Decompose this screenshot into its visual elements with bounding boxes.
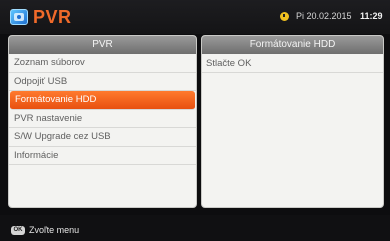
menu-item-file-list[interactable]: Zoznam súborov: [9, 54, 196, 73]
pvr-menu-panel: PVR Zoznam súborov Odpojiť USB Formátova…: [8, 35, 197, 208]
date-label: Pi 20.02.2015: [296, 11, 352, 21]
footer-bar: OK Zvoľte menu: [0, 215, 390, 241]
menu-item-sw-upgrade-usb[interactable]: S/W Upgrade cez USB: [9, 128, 196, 147]
pvr-menu-list: Zoznam súborov Odpojiť USB Formátovanie …: [9, 54, 196, 165]
menu-item-disconnect-usb[interactable]: Odpojiť USB: [9, 73, 196, 91]
app-title: PVR: [33, 7, 72, 27]
clock-icon: [280, 12, 289, 21]
format-hdd-title: Formátovanie HDD: [202, 36, 383, 54]
pvr-menu-title: PVR: [9, 36, 196, 54]
menu-item-information[interactable]: Informácie: [9, 147, 196, 165]
time-label: 11:29: [360, 11, 383, 21]
menu-item-pvr-settings[interactable]: PVR nastavenie: [9, 110, 196, 128]
pvr-screen: PVR Pi 20.02.2015 11:29 PVR Zoznam súbor…: [0, 0, 390, 241]
ok-key-icon: OK: [11, 226, 25, 235]
pvr-app-icon: [10, 9, 28, 25]
header-bar: PVR Pi 20.02.2015 11:29: [0, 0, 390, 34]
footer-hint: Zvoľte menu: [29, 225, 80, 235]
menu-item-format-hdd[interactable]: Formátovanie HDD: [10, 91, 195, 110]
format-hdd-panel: Formátovanie HDD Stlačte OK: [201, 35, 384, 208]
press-ok-instruction: Stlačte OK: [202, 54, 383, 73]
